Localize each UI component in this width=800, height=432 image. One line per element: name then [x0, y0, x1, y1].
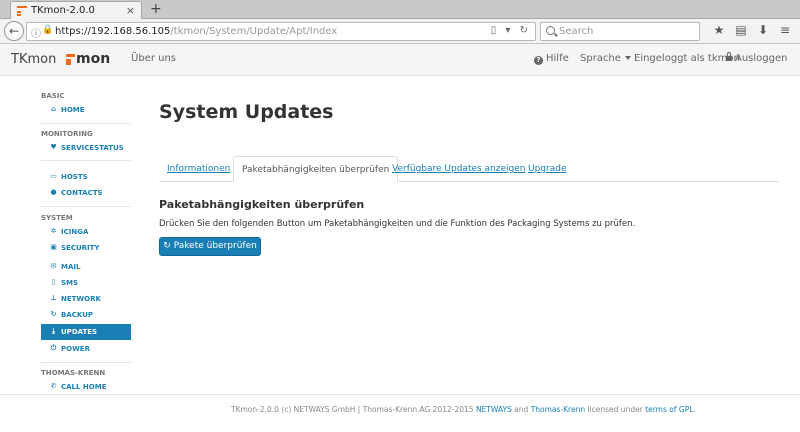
- search-placeholder: Search: [559, 26, 594, 37]
- lock-icon: ▣: [50, 243, 57, 251]
- sidebar-item-sms[interactable]: ▯ SMS: [41, 275, 131, 291]
- sidebar-divider: [41, 362, 131, 363]
- desktop-icon: ▭: [50, 172, 57, 180]
- tkmon-favicon-icon: [17, 6, 27, 16]
- heart-icon: ♥: [50, 143, 57, 151]
- logged-in-user[interactable]: Eingeloggt als tkmon: [634, 53, 740, 64]
- icinga-icon: ✲: [50, 227, 57, 235]
- tab-paketabhaengigkeiten[interactable]: Paketabhängigkeiten überprüfen: [233, 156, 399, 182]
- help-icon: ?: [534, 56, 543, 65]
- reading-list-icon[interactable]: ▤: [730, 23, 752, 37]
- page-title: System Updates: [159, 101, 334, 123]
- sidebar-item-power[interactable]: ⏻ POWER: [41, 341, 131, 357]
- section-description: Drücken Sie den folgenden Button um Pake…: [159, 219, 636, 229]
- sidebar-item-mail[interactable]: ✉ MAIL: [41, 259, 131, 275]
- tkmon-logo[interactable]: mon: [66, 51, 126, 68]
- info-icon[interactable]: ⓘ: [31, 25, 41, 40]
- browser-toolbar-icons: ★ ▤ ⬇ ≡: [708, 23, 796, 37]
- sidebar-item-home[interactable]: ⌂ HOME: [41, 102, 131, 118]
- sidebar-item-backup[interactable]: ↻ BACKUP: [41, 307, 131, 323]
- address-bar[interactable]: ⓘ 🔒 https://192.168.56.105/tkmon/System/…: [26, 22, 536, 41]
- gpl-link[interactable]: terms of GPL: [645, 405, 693, 414]
- sidebar-heading-system: SYSTEM: [41, 214, 73, 222]
- phone-icon: ▯: [51, 278, 56, 286]
- lock-icon: [726, 52, 732, 61]
- sidebar-heading-thomas-krenn: THOMAS-KRENN: [41, 369, 106, 377]
- refresh-icon: ↻: [50, 310, 57, 318]
- home-icon: ⌂: [50, 105, 56, 113]
- thomas-krenn-link[interactable]: Thomas-Krenn: [531, 405, 585, 414]
- sidebar-item-network[interactable]: ⊥ NETWORK: [41, 291, 131, 307]
- sidebar-item-hosts[interactable]: ▭ HOSTS: [41, 169, 131, 185]
- sitemap-icon: ⊥: [50, 294, 57, 302]
- lock-icon: 🔒: [42, 25, 54, 35]
- about-link[interactable]: Über uns: [131, 53, 176, 64]
- sidebar-heading-basic: BASIC: [41, 92, 65, 100]
- sidebar-heading-monitoring: MONITORING: [41, 130, 93, 138]
- download-icon[interactable]: ⬇: [752, 23, 774, 37]
- tab-informationen[interactable]: Informationen: [159, 156, 238, 182]
- tab-verfuegbare-updates[interactable]: Verfügbare Updates anzeigen: [384, 156, 534, 182]
- sidebar-item-security[interactable]: ▣ SECURITY: [41, 240, 131, 256]
- search-icon: [546, 26, 555, 35]
- sidebar-item-updates[interactable]: ⤓ UPDATES: [41, 324, 131, 340]
- sidebar-item-icinga[interactable]: ✲ ICINGA: [41, 224, 131, 240]
- tab-upgrade[interactable]: Upgrade: [520, 156, 574, 182]
- app-header: TKmon mon Über uns ? Hilfe Sprache Eingel…: [0, 44, 800, 76]
- browser-tab[interactable]: TKmon-2.0.0 ×: [10, 1, 142, 19]
- browser-tab-title: TKmon-2.0.0: [31, 5, 95, 16]
- browser-search-input[interactable]: Search: [540, 22, 700, 41]
- url-text[interactable]: https://192.168.56.105/tkmon/System/Upda…: [55, 26, 337, 37]
- logout-link[interactable]: Ausloggen: [726, 52, 787, 64]
- help-link[interactable]: ? Hilfe: [534, 53, 569, 65]
- logo-text: mon: [76, 51, 111, 67]
- footer: TKmon-2.0.0 (c) NETWAYS GmbH | Thomas-Kr…: [0, 394, 800, 432]
- power-icon: ⏻: [50, 344, 57, 352]
- bookmark-star-icon[interactable]: ★: [708, 23, 730, 37]
- close-tab-icon[interactable]: ×: [126, 4, 135, 17]
- sidebar-item-servicestatus[interactable]: ♥ SERVICESTATUS: [41, 140, 131, 156]
- update-tabs: Informationen Paketabhängigkeiten überpr…: [159, 156, 779, 182]
- url-controls[interactable]: ▯ ▾ ↻: [491, 25, 531, 36]
- new-tab-icon[interactable]: +: [150, 1, 162, 17]
- inbox-icon: ✉: [50, 262, 57, 270]
- download-icon: ⤓: [51, 327, 56, 335]
- browser-nav-bar: ← ⓘ 🔒 https://192.168.56.105/tkmon/Syste…: [0, 19, 800, 44]
- back-arrow-icon[interactable]: ←: [4, 21, 24, 41]
- sidebar-item-contacts[interactable]: ● CONTACTS: [41, 185, 131, 201]
- sidebar-divider: [41, 206, 131, 207]
- menu-icon[interactable]: ≡: [774, 23, 796, 37]
- tkmon-logo-icon: [66, 54, 75, 65]
- section-title: Paketabhängigkeiten überprüfen: [159, 198, 365, 211]
- refresh-icon: ↻: [163, 241, 171, 251]
- sidebar-item-call-home[interactable]: ✆ CALL HOME: [41, 379, 131, 395]
- user-icon: ●: [50, 188, 57, 196]
- netways-link[interactable]: NETWAYS: [476, 405, 512, 414]
- sidebar-divider: [41, 160, 131, 161]
- brand-name[interactable]: TKmon: [11, 52, 56, 67]
- footer-text: TKmon-2.0.0 (c) NETWAYS GmbH | Thomas-Kr…: [231, 405, 696, 414]
- phone-icon: ✆: [50, 382, 57, 390]
- check-packages-button[interactable]: ↻ Pakete überprüfen: [159, 237, 261, 256]
- caret-down-icon: [624, 56, 631, 60]
- browser-tab-strip: TKmon-2.0.0 × +: [0, 0, 800, 19]
- sidebar-divider: [41, 123, 131, 124]
- language-dropdown[interactable]: Sprache: [580, 53, 631, 64]
